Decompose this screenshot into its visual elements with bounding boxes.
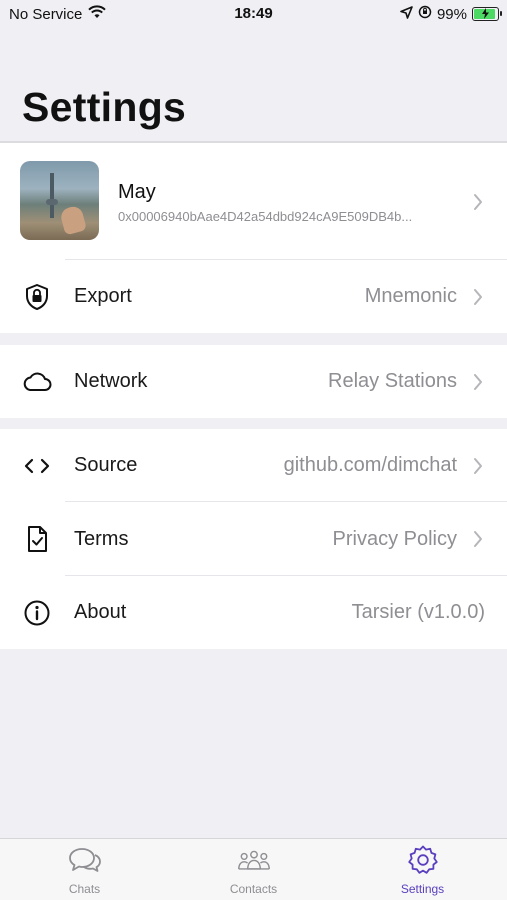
network-row[interactable]: Network Relay Stations: [0, 345, 507, 418]
location-arrow-icon: [400, 5, 413, 23]
network-label: Network: [74, 370, 148, 392]
network-value: Relay Stations: [328, 370, 457, 392]
source-label: Source: [74, 454, 138, 476]
terms-row[interactable]: Terms Privacy Policy: [0, 502, 507, 576]
about-row[interactable]: About Tarsier (v1.0.0): [0, 576, 507, 649]
tab-settings[interactable]: Settings: [338, 839, 507, 900]
tab-bar: Chats Contacts Settings: [0, 838, 507, 900]
battery-percent: 99%: [436, 5, 467, 23]
export-row[interactable]: Export Mnemonic: [0, 260, 507, 333]
about-label: About: [74, 601, 127, 623]
shield-lock-icon: [22, 282, 52, 312]
document-check-icon: [22, 524, 52, 554]
source-value: github.com/dimchat: [283, 454, 457, 476]
battery-charging-icon: [472, 7, 502, 21]
profile-id: 0x00006940bAae4D42a54dbd924cA9E509DB4b..…: [118, 209, 413, 224]
profile-row[interactable]: May 0x00006940bAae4D42a54dbd924cA9E509DB…: [0, 143, 507, 260]
avatar: [20, 161, 99, 240]
gear-icon: [406, 845, 440, 875]
tab-settings-label: Settings: [400, 882, 445, 896]
chevron-right-icon: [471, 529, 485, 549]
terms-value: Privacy Policy: [332, 527, 457, 550]
terms-label: Terms: [74, 527, 129, 550]
export-value: Mnemonic: [364, 285, 457, 307]
tab-contacts-label: Contacts: [229, 882, 278, 896]
chevron-right-icon: [471, 372, 485, 392]
info-icon: [22, 598, 52, 628]
source-row[interactable]: Source github.com/dimchat: [0, 429, 507, 502]
account-section: May 0x00006940bAae4D42a54dbd924cA9E509DB…: [0, 143, 507, 333]
about-value: Tarsier (v1.0.0): [351, 601, 485, 623]
tab-chats[interactable]: Chats: [0, 839, 169, 900]
page-title: Settings: [22, 84, 187, 130]
status-bar: No Service 18:49 99%: [0, 0, 507, 28]
tab-chats-label: Chats: [68, 882, 101, 896]
info-section: Source github.com/dimchat Terms Privacy …: [0, 429, 507, 649]
orientation-lock-icon: [418, 5, 432, 23]
chevron-right-icon: [471, 192, 485, 212]
chevron-right-icon: [471, 287, 485, 307]
cloud-icon: [22, 367, 52, 397]
tab-contacts[interactable]: Contacts: [169, 839, 338, 900]
chat-bubbles-icon: [68, 845, 102, 875]
network-section: Network Relay Stations: [0, 345, 507, 418]
export-label: Export: [74, 285, 132, 307]
profile-name: May: [118, 181, 156, 203]
chevron-right-icon: [471, 456, 485, 476]
code-icon: [22, 451, 52, 481]
status-right: 99%: [400, 5, 502, 23]
contacts-icon: [237, 845, 271, 875]
